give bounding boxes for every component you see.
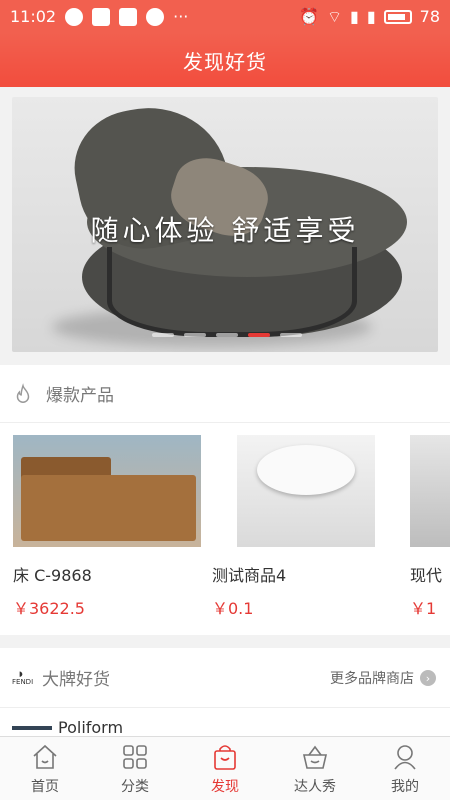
tab-talent-show[interactable]: 达人秀 (270, 737, 360, 800)
product-name: 床 C-9868 (13, 566, 92, 585)
page-title: 发现好货 (183, 49, 267, 74)
banner-slogan: 随心体验 舒适享受 (90, 214, 360, 247)
upload-icon (119, 7, 138, 26)
tab-category[interactable]: 分类 (90, 737, 180, 800)
product-price: ￥1 (410, 599, 437, 618)
chevron-right-icon: › (420, 670, 436, 686)
tab-label: 首页 (31, 778, 59, 795)
person-icon (394, 744, 416, 770)
bag-icon (214, 744, 236, 770)
grid-icon (123, 744, 147, 769)
chair-frame (107, 247, 357, 337)
product-name: 现代 (410, 566, 443, 585)
more-brands-link[interactable]: 更多品牌商店 › (330, 668, 436, 688)
carousel-dot[interactable] (216, 333, 238, 337)
hot-products-header: 爆款产品 (0, 365, 450, 423)
banner-area: 随心体验 舒适享受 (0, 87, 450, 360)
carousel-dot-active[interactable] (248, 333, 270, 337)
product-card[interactable]: 床 C-9868 ￥3622.5 (13, 435, 201, 619)
page-header: 发现好货 (0, 33, 450, 87)
bottom-tab-bar: 首页 分类 发现 达人秀 我的 (0, 736, 450, 800)
product-price: ￥3622.5 (13, 599, 85, 618)
product-image-partial[interactable] (410, 435, 450, 547)
hot-products-title: 爆款产品 (46, 386, 114, 406)
flame-icon (16, 382, 30, 403)
carousel-indicator (152, 333, 302, 337)
brand-title: 大牌好货 (42, 670, 110, 690)
app-notification-icon (92, 7, 111, 26)
tab-label: 我的 (391, 778, 419, 795)
product-card[interactable]: 现代 ￥1 (410, 435, 450, 619)
tab-discover[interactable]: 发现 (180, 737, 270, 800)
carousel-dot[interactable] (152, 333, 174, 337)
basket-icon (302, 745, 328, 769)
signal-icon: ▮ (350, 7, 359, 26)
battery-icon (383, 9, 412, 24)
tab-mine[interactable]: 我的 (360, 737, 450, 800)
brand-section: ◗ FENDI 大牌好货 更多品牌商店 › Poliform (0, 648, 450, 738)
fendi-logo: ◗ FENDI (12, 669, 34, 686)
product-name: 测试商品4 (212, 566, 287, 585)
product-image-lamp[interactable] (237, 435, 375, 547)
more-notifications: ··· (173, 7, 189, 26)
status-time: 11:02 (10, 7, 57, 26)
banner-carousel[interactable]: 随心体验 舒适享受 (12, 97, 438, 352)
product-card[interactable]: 测试商品4 ￥0.1 (212, 435, 375, 619)
tab-home[interactable]: 首页 (0, 737, 90, 800)
brand-item[interactable]: Poliform (12, 718, 123, 737)
alarm-icon: ⏰ (299, 7, 319, 26)
tab-label: 发现 (211, 778, 239, 795)
notification-icon (65, 7, 84, 26)
more-brands-label: 更多品牌商店 (330, 671, 414, 687)
carousel-dot[interactable] (280, 333, 302, 337)
tab-label: 达人秀 (294, 778, 336, 795)
hot-products-section: 爆款产品 床 C-9868 ￥3622.5 测试商品4 ￥0.1 现代 ￥1 (0, 365, 450, 635)
home-icon (33, 744, 57, 769)
product-price: ￥0.1 (212, 599, 254, 618)
brand-name: Poliform (58, 718, 124, 737)
chat-icon (146, 7, 165, 26)
product-scroller[interactable]: 床 C-9868 ￥3622.5 测试商品4 ￥0.1 现代 ￥1 (0, 423, 450, 623)
product-image-bed[interactable] (13, 435, 201, 547)
carousel-dot[interactable] (184, 333, 206, 337)
signal-icon-2: ▮ (366, 7, 376, 26)
poliform-logo (12, 725, 52, 730)
wifi-icon: ⌔ (326, 6, 343, 26)
battery-level: 78 (419, 7, 440, 26)
status-bar: 11:02 ··· ⏰ ⌔ ▮ ▮ 78 (0, 0, 450, 33)
tab-label: 分类 (121, 778, 149, 795)
